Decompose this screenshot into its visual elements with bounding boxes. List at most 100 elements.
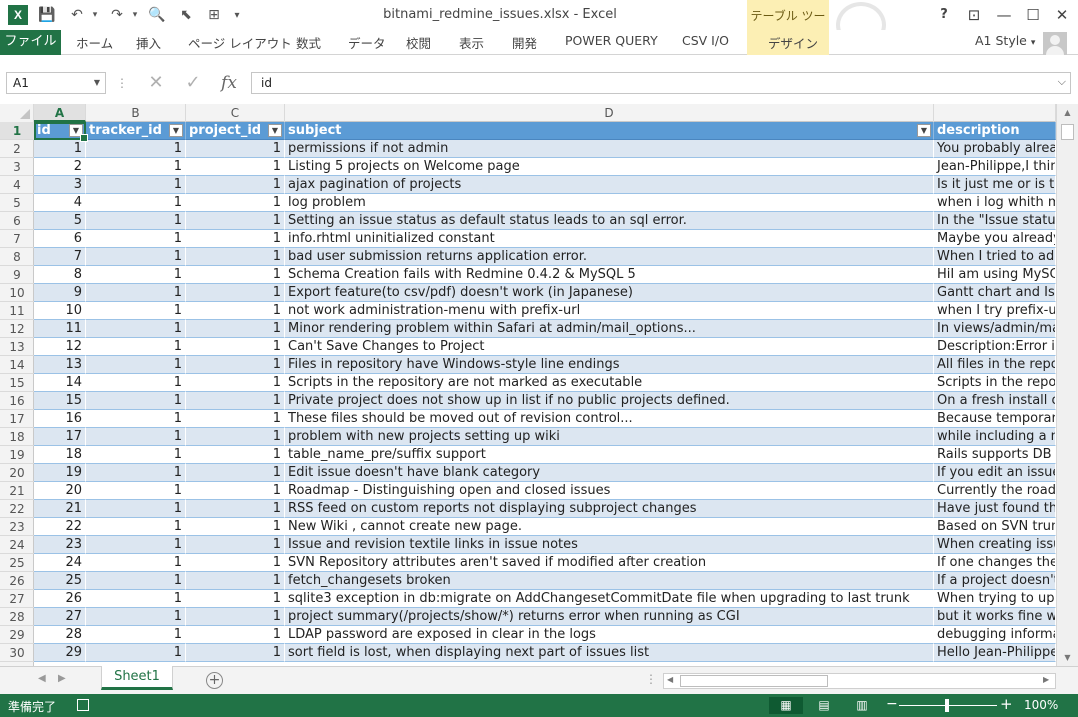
table-cell[interactable]: 1 [86, 194, 186, 212]
table-cell[interactable]: Have just found th [934, 500, 1056, 518]
tab-home[interactable]: ホーム [76, 33, 113, 52]
view-normal-button[interactable]: ▦ [769, 697, 803, 714]
table-cell[interactable]: RSS feed on custom reports not displayin… [285, 500, 934, 518]
horizontal-scrollbar[interactable]: ◀ ▶ [663, 673, 1056, 689]
chevron-down-icon[interactable]: ▼ [94, 78, 100, 87]
table-cell[interactable]: 1 [86, 320, 186, 338]
table-cell[interactable]: 1 [186, 374, 285, 392]
table-cell[interactable]: while including a ne [934, 428, 1056, 446]
enter-icon[interactable]: ✓ [181, 72, 205, 94]
table-cell[interactable]: These files should be moved out of revis… [285, 410, 934, 428]
table-cell[interactable]: New Wiki , cannot create new page. [285, 518, 934, 536]
add-sheet-icon[interactable]: + [206, 672, 223, 689]
table-cell[interactable]: problem with new projects setting up wik… [285, 428, 934, 446]
sheet-tab-sheet1[interactable]: Sheet1 [101, 666, 173, 690]
row-header[interactable]: 29 [0, 626, 34, 644]
table-cell[interactable]: When I tried to add [934, 248, 1056, 266]
table-cell[interactable]: Files in repository have Windows-style l… [285, 356, 934, 374]
formula-input[interactable]: id ⌵ [251, 72, 1071, 94]
table-header-cell[interactable]: description [934, 122, 1056, 140]
column-header-c[interactable]: C [186, 104, 285, 122]
row-header[interactable]: 27 [0, 590, 34, 608]
table-cell[interactable]: 1 [86, 446, 186, 464]
row-header[interactable]: 3 [0, 158, 34, 176]
table-cell[interactable]: 9 [34, 284, 86, 302]
table-cell[interactable]: 10 [34, 302, 86, 320]
filter-dropdown-icon[interactable]: ▼ [169, 124, 183, 137]
row-header[interactable]: 4 [0, 176, 34, 194]
table-cell[interactable]: 3 [34, 176, 86, 194]
table-cell[interactable]: You probably alread [934, 140, 1056, 158]
table-cell[interactable]: In views/admin/ma [934, 320, 1056, 338]
save-icon[interactable]: 💾 [36, 5, 58, 25]
row-header[interactable]: 17 [0, 410, 34, 428]
row-header[interactable]: 13 [0, 338, 34, 356]
row-header[interactable]: 20 [0, 464, 34, 482]
table-cell[interactable]: 12 [34, 338, 86, 356]
tab-split-handle-icon[interactable]: ⋮ [645, 672, 657, 686]
row-header[interactable]: 12 [0, 320, 34, 338]
table-cell[interactable]: In the "Issue statu [934, 212, 1056, 230]
table-cell[interactable]: 1 [86, 392, 186, 410]
table-cell[interactable]: SVN Repository attributes aren't saved i… [285, 554, 934, 572]
table-cell[interactable]: 26 [34, 590, 86, 608]
undo-dropdown-icon[interactable]: ▾ [90, 5, 100, 25]
row-header[interactable]: 14 [0, 356, 34, 374]
row-header[interactable]: 11 [0, 302, 34, 320]
table-cell[interactable]: When creating issu [934, 536, 1056, 554]
table-cell[interactable]: 1 [86, 644, 186, 662]
table-cell[interactable]: 1 [34, 140, 86, 158]
table-cell[interactable]: Issue and revision textile links in issu… [285, 536, 934, 554]
expand-formula-bar-icon[interactable]: ⌵ [1058, 75, 1066, 89]
row-header[interactable]: 19 [0, 446, 34, 464]
table-cell[interactable]: HiI am using MySQ [934, 266, 1056, 284]
table-cell[interactable]: fetch_changesets broken [285, 572, 934, 590]
table-cell[interactable]: 1 [186, 590, 285, 608]
table-cell[interactable]: 1 [186, 410, 285, 428]
table-cell[interactable]: 1 [186, 356, 285, 374]
table-cell[interactable]: Scripts in the repository are not marked… [285, 374, 934, 392]
row-header[interactable]: 28 [0, 608, 34, 626]
table-cell[interactable]: when I try prefix-u [934, 302, 1056, 320]
maximize-button[interactable]: ☐ [1022, 5, 1044, 25]
table-cell[interactable]: 1 [186, 446, 285, 464]
table-cell[interactable]: 1 [86, 302, 186, 320]
scroll-right-icon[interactable]: ▶ [1043, 675, 1049, 684]
row-header[interactable]: 25 [0, 554, 34, 572]
table-cell[interactable]: 5 [34, 212, 86, 230]
table-cell[interactable]: 1 [86, 572, 186, 590]
table-cell[interactable]: 13 [34, 356, 86, 374]
row-header[interactable]: 15 [0, 374, 34, 392]
tab-file[interactable]: ファイル [0, 30, 61, 55]
horizontal-scroll-thumb[interactable] [680, 675, 828, 687]
table-cell[interactable]: Currently the roadm [934, 482, 1056, 500]
filter-dropdown-icon[interactable]: ▼ [917, 124, 931, 137]
table-cell[interactable]: table_name_pre/suffix support [285, 446, 934, 464]
table-cell[interactable]: 25 [34, 572, 86, 590]
table-cell[interactable]: Export feature(to csv/pdf) doesn't work … [285, 284, 934, 302]
table-cell[interactable]: Jean-Philippe,I thin [934, 158, 1056, 176]
zoom-in-button[interactable]: + [1000, 695, 1013, 713]
excel-app-icon[interactable]: X [8, 5, 28, 25]
table-cell[interactable]: Scripts in the repo [934, 374, 1056, 392]
table-cell[interactable]: Setting an issue status as default statu… [285, 212, 934, 230]
sheet-prev-icon[interactable]: ◀ [38, 673, 46, 684]
table-cell[interactable]: when i log whith m [934, 194, 1056, 212]
filter-dropdown-icon[interactable]: ▼ [69, 124, 83, 137]
table-header-cell[interactable]: id ▼ [34, 122, 86, 140]
table-cell[interactable]: 6 [34, 230, 86, 248]
table-cell[interactable]: 14 [34, 374, 86, 392]
table-cell[interactable]: info.rhtml uninitialized constant [285, 230, 934, 248]
table-cell[interactable]: not work administration-menu with prefix… [285, 302, 934, 320]
table-cell[interactable]: 1 [186, 464, 285, 482]
row-header[interactable]: 9 [0, 266, 34, 284]
view-page-break-button[interactable]: ▥ [845, 697, 879, 714]
table-cell[interactable]: 16 [34, 410, 86, 428]
help-button[interactable]: ? [933, 5, 955, 25]
tab-review[interactable]: 校閲 [406, 33, 431, 52]
table-cell[interactable]: Based on SVN trun [934, 518, 1056, 536]
table-cell[interactable]: 1 [86, 626, 186, 644]
table-cell[interactable]: If you edit an issue [934, 464, 1056, 482]
scroll-left-icon[interactable]: ◀ [667, 675, 673, 684]
table-cell[interactable]: 1 [186, 482, 285, 500]
